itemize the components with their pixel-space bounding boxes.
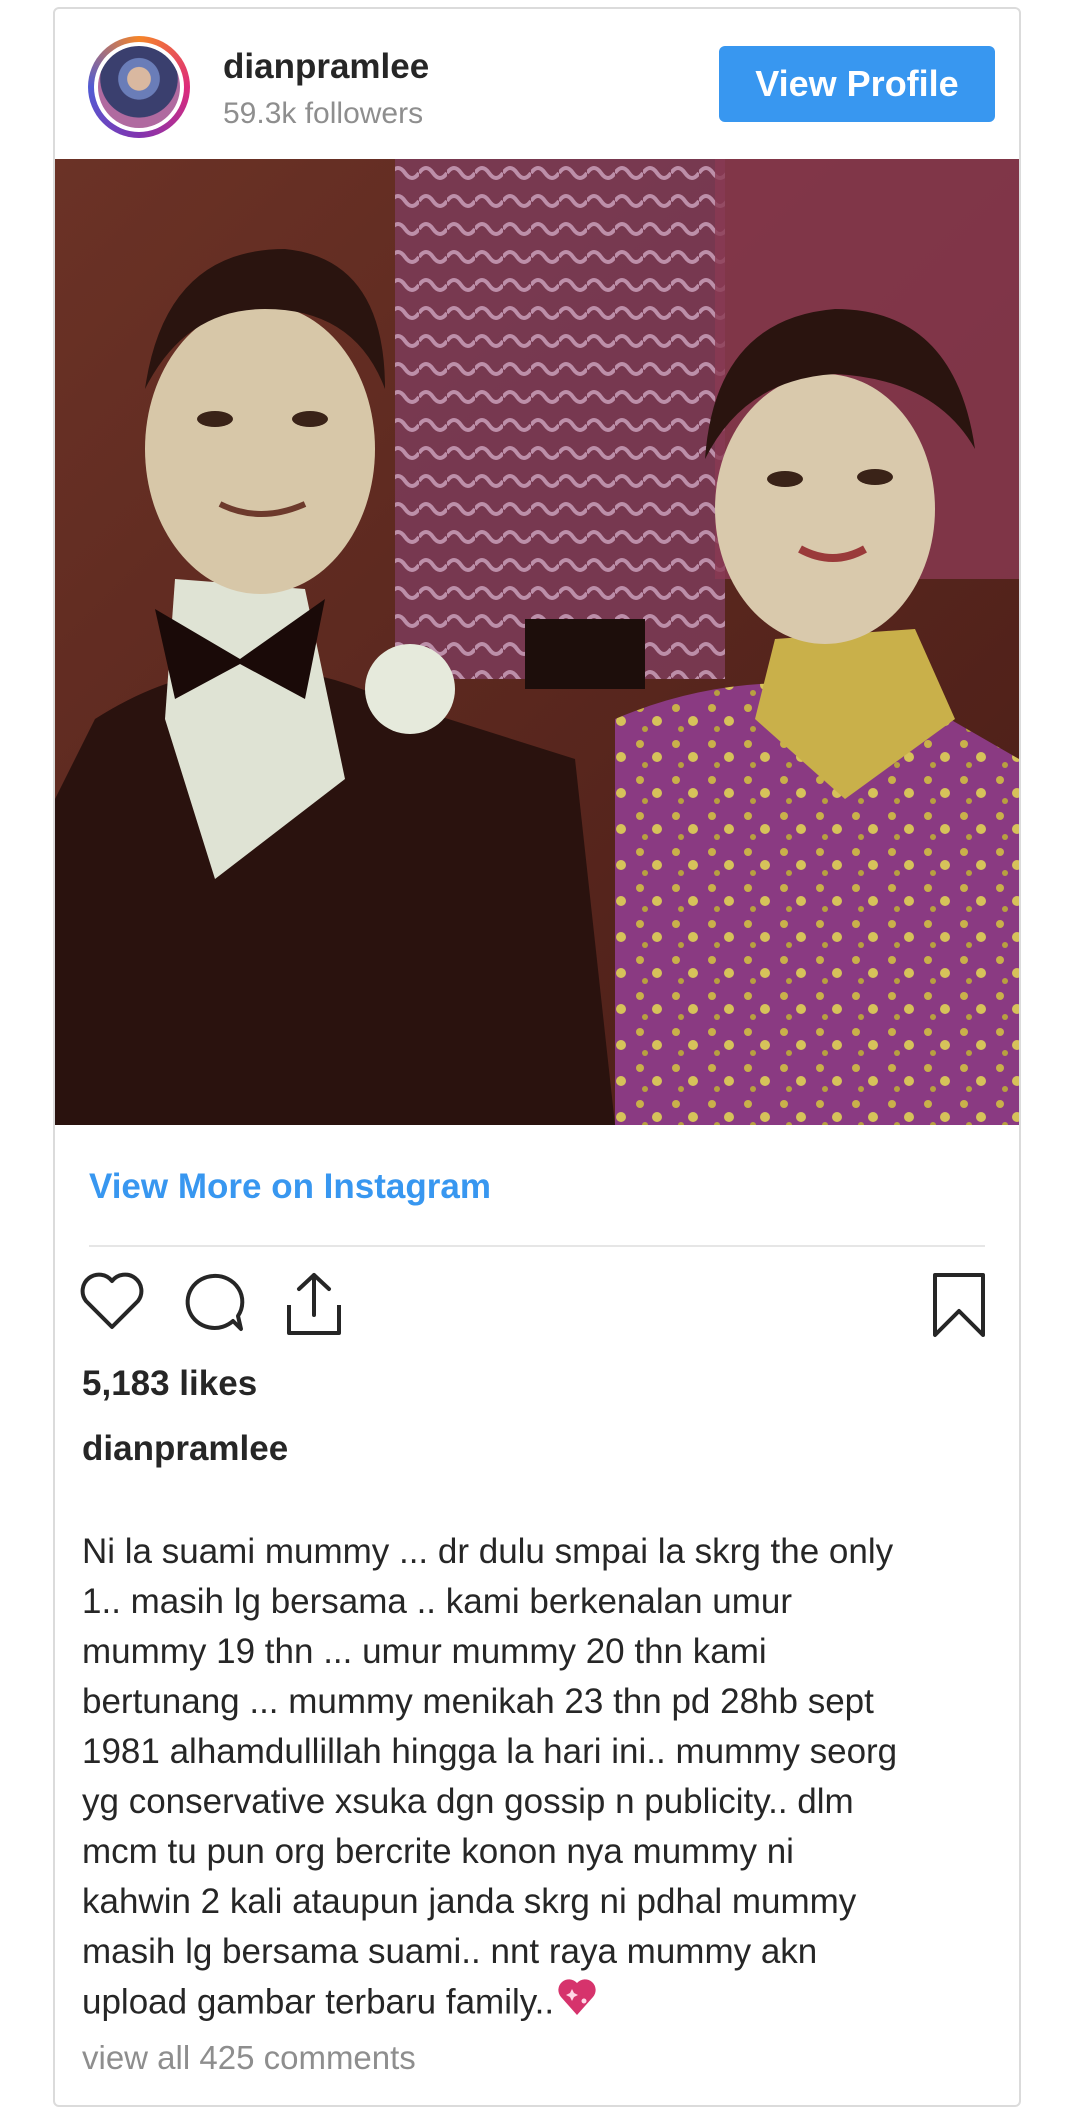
follower-count: 59.3k followers [223,97,424,130]
instagram-embed-card: dianpramlee 59.3k followers View Profile [53,7,1021,2107]
view-comments-link[interactable]: view all 425 comments [82,2039,416,2077]
avatar[interactable] [88,36,190,138]
bookmark-icon[interactable] [931,1271,987,1344]
caption-line: yg conservative xsuka dgn gossip n publi… [82,1782,854,1821]
caption-line-last: upload gambar terbaru family.. [82,1977,992,2031]
caption-line: bertunang ... mummy menikah 23 thn pd 28… [82,1682,874,1721]
divider [89,1245,985,1247]
caption-line: 1.. masih lg bersama .. kami berkenalan … [82,1582,793,1621]
caption-line: kahwin 2 kali ataupun janda skrg ni pdha… [82,1882,857,1921]
share-icon[interactable] [283,1271,345,1342]
caption-line: 1981 alhamdullillah hingga la hari ini..… [82,1732,898,1771]
view-more-link[interactable]: View More on Instagram [89,1167,491,1207]
caption-line: upload gambar terbaru family.. [82,1982,555,2022]
caption-line: masih lg bersama suami.. nnt raya mummy … [82,1932,818,1971]
caption-text: Ni la suami mummy ... dr dulu smpai la s… [82,1527,992,2031]
like-count[interactable]: 5,183 likes [82,1364,257,1404]
caption-line: mcm tu pun org bercrite konon nya mummy … [82,1832,794,1871]
post-header: dianpramlee 59.3k followers View Profile [55,9,1019,159]
caption-line: mummy 19 thn ... umur mummy 20 thn kami [82,1632,767,1671]
post-photo[interactable] [55,159,1019,1125]
comment-icon[interactable] [181,1271,245,1340]
caption-username[interactable]: dianpramlee [82,1429,288,1469]
caption-line: Ni la suami mummy ... dr dulu smpai la s… [82,1532,894,1571]
heart-icon[interactable] [79,1271,145,1336]
avatar-photo [98,46,180,128]
view-profile-button[interactable]: View Profile [719,46,995,122]
post-photo-illustration [55,159,1019,1125]
sparkling-heart-icon [556,1977,598,2031]
profile-username[interactable]: dianpramlee [223,47,429,87]
